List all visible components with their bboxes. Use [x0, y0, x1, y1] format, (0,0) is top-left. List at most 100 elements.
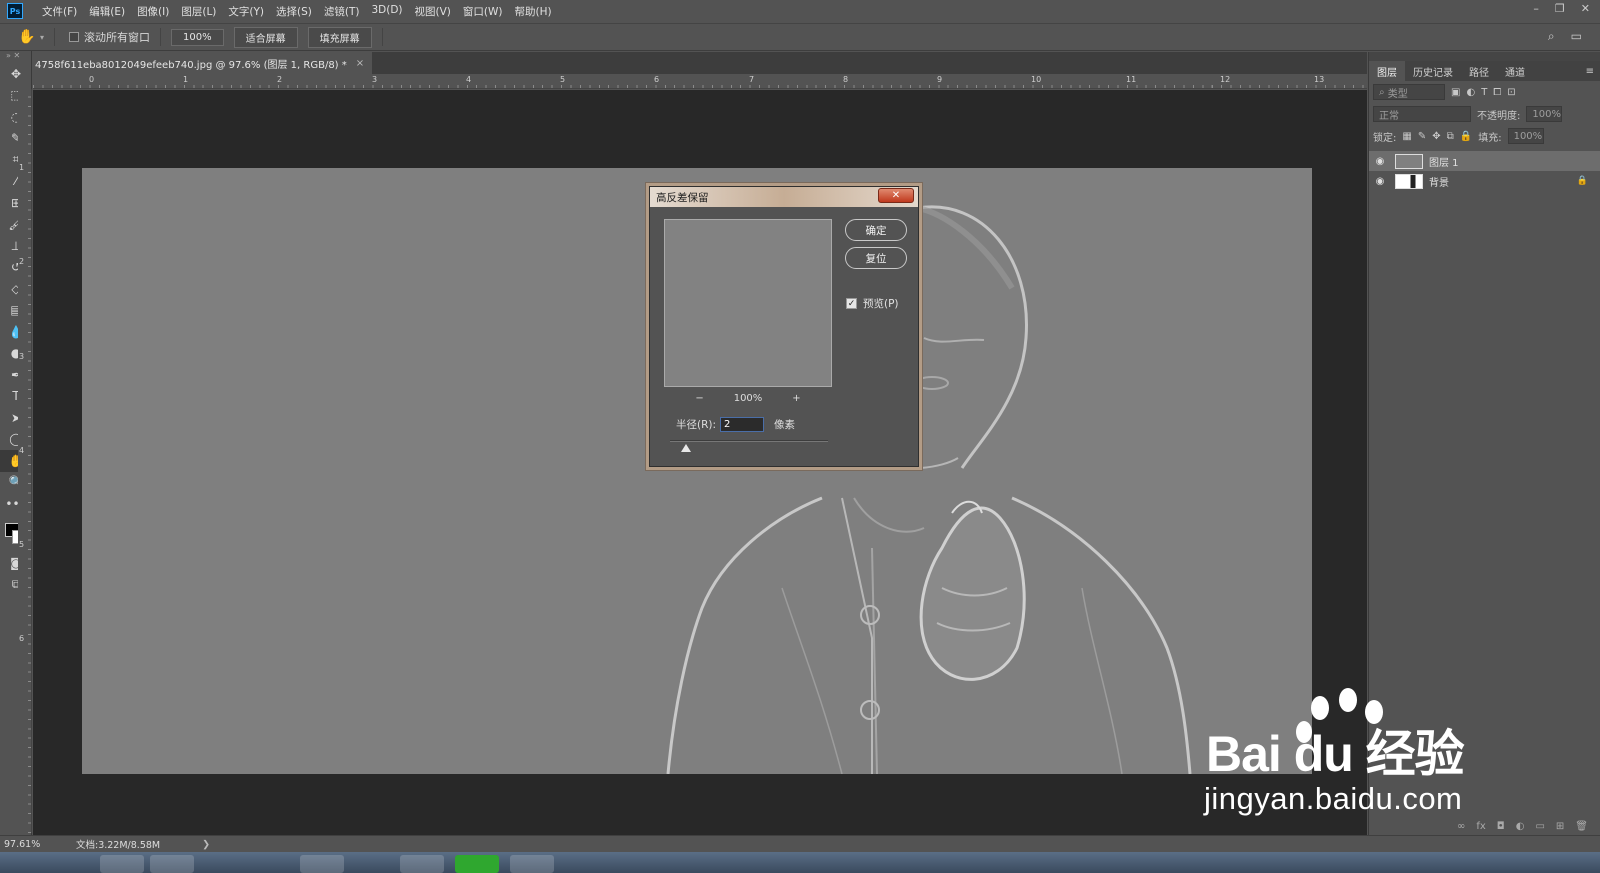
lock-row: 锁定: ▦ ✎ ✥ ⧉ 🔒 填充: 100%	[1369, 125, 1600, 147]
hand-tool-preset-icon[interactable]: ✋	[16, 29, 38, 45]
visibility-eye-icon[interactable]: ◉	[1369, 176, 1391, 187]
watermark-logo-text: Bai du 经验	[1206, 726, 1465, 782]
menu-filter[interactable]: 滤镜(T)	[318, 4, 366, 19]
document-size: 文档:3.22M/8.58M	[76, 840, 161, 851]
vertical-ruler[interactable]: 1 2 3 4 5 6	[18, 89, 32, 833]
new-layer-icon[interactable]: ⊞	[1556, 821, 1564, 832]
menu-items: 文件(F) 编辑(E) 图像(I) 图层(L) 文字(Y) 选择(S) 滤镜(T…	[36, 4, 558, 19]
ruler-tick-label: 1	[183, 75, 189, 84]
menu-view[interactable]: 视图(V)	[409, 4, 457, 19]
tab-layers[interactable]: 图层	[1369, 61, 1405, 81]
status-menu-arrow[interactable]: ❯	[202, 839, 210, 850]
dialog-title: 高反差保留	[656, 191, 709, 204]
lock-artboard-icon[interactable]: ⧉	[1447, 131, 1454, 142]
opacity-field[interactable]: 100%	[1526, 106, 1563, 122]
ruler-tick-label: 13	[1314, 75, 1325, 84]
layer-row-layer1[interactable]: ◉ 图层 1	[1369, 151, 1600, 171]
menu-type[interactable]: 文字(Y)	[222, 4, 270, 19]
menu-image[interactable]: 图像(I)	[131, 4, 175, 19]
ruler-tick-label: 1	[19, 163, 25, 172]
lock-label: 锁定:	[1373, 132, 1397, 144]
taskbar-item[interactable]	[510, 855, 554, 873]
taskbar-item[interactable]	[300, 855, 344, 873]
menu-layer[interactable]: 图层(L)	[175, 4, 222, 19]
workspace-icon[interactable]: ▭	[1571, 29, 1582, 44]
panel-tabs: 图层 历史记录 路径 通道 ≡	[1369, 61, 1600, 81]
tab-history[interactable]: 历史记录	[1405, 61, 1461, 81]
taskbar-item[interactable]	[400, 855, 444, 873]
tab-channels[interactable]: 通道	[1497, 61, 1533, 81]
new-group-icon[interactable]: ▭	[1535, 821, 1544, 832]
taskbar-item[interactable]	[150, 855, 194, 873]
close-icon[interactable]: ✕	[878, 188, 914, 203]
panel-dock-header	[1369, 52, 1600, 61]
lock-paint-icon[interactable]: ✎	[1418, 131, 1426, 142]
layer-filter-value: 类型	[1387, 88, 1408, 100]
options-right: ⌕ ▭	[1548, 29, 1582, 44]
menu-help[interactable]: 帮助(H)	[509, 4, 558, 19]
preview-zoom-controls: − 100% +	[664, 393, 832, 404]
menu-edit[interactable]: 编辑(E)	[83, 4, 131, 19]
options-bar: ✋ ▾ 滚动所有窗口 100% 适合屏幕 填充屏幕 ⌕ ▭	[0, 23, 1600, 51]
zoom-in-icon[interactable]: +	[792, 393, 800, 404]
radius-slider-thumb[interactable]	[681, 444, 691, 452]
taskbar-item[interactable]	[100, 855, 144, 873]
document-tab-bar: 4758f611eba8012049efeeb740.jpg @ 97.6% (…	[33, 52, 1367, 74]
filter-shape-icon[interactable]: ⧠	[1493, 87, 1501, 98]
chevron-down-icon[interactable]: ▾	[40, 33, 44, 42]
layer-row-background[interactable]: ◉ 背景 🔒	[1369, 171, 1600, 191]
fill-screen-button[interactable]: 填充屏幕	[307, 26, 372, 48]
document-tab[interactable]: 4758f611eba8012049efeeb740.jpg @ 97.6% (…	[33, 52, 373, 74]
filter-adjust-icon[interactable]: ◐	[1466, 87, 1475, 98]
zoom-100-button[interactable]: 100%	[171, 28, 224, 46]
filter-image-icon[interactable]: ▣	[1451, 87, 1460, 98]
adjustment-layer-icon[interactable]: ◐	[1516, 821, 1525, 832]
menu-3d[interactable]: 3D(D)	[365, 4, 408, 19]
layer-name: 图层 1	[1429, 157, 1459, 169]
menu-file[interactable]: 文件(F)	[36, 4, 83, 19]
ruler-tick-label: 4	[466, 75, 472, 84]
layer-thumbnail	[1395, 153, 1423, 169]
filter-smart-icon[interactable]: ⊡	[1507, 87, 1515, 98]
preview-label: 预览(P)	[863, 298, 899, 310]
lock-all-icon[interactable]: 🔒	[1460, 131, 1472, 142]
preview-checkbox[interactable]: ✓ 预览(P)	[846, 296, 899, 311]
close-window-icon[interactable]: ✕	[1581, 2, 1590, 15]
move-tool-icon[interactable]: ✥	[0, 63, 32, 85]
menu-select[interactable]: 选择(S)	[270, 4, 318, 19]
fit-screen-button[interactable]: 适合屏幕	[233, 26, 298, 48]
menu-window[interactable]: 窗口(W)	[457, 4, 509, 19]
delete-layer-icon[interactable]: 🗑	[1575, 821, 1588, 832]
lock-position-icon[interactable]: ✥	[1432, 131, 1440, 142]
taskbar-item[interactable]	[455, 855, 499, 873]
ruler-tick-label: 5	[560, 75, 566, 84]
fill-field[interactable]: 100%	[1507, 128, 1544, 144]
ruler-tick-label: 7	[749, 75, 755, 84]
close-tab-icon[interactable]: ×	[356, 58, 364, 69]
filter-type-icon[interactable]: T	[1481, 87, 1487, 98]
filter-preview[interactable]	[664, 219, 832, 387]
restore-icon[interactable]: ❐	[1555, 2, 1565, 15]
panel-menu-icon[interactable]: ≡	[1578, 61, 1600, 81]
layer-filter-select[interactable]: ⌕ 类型	[1373, 84, 1445, 100]
radius-input[interactable]	[720, 417, 765, 432]
ruler-tick-label: 9	[937, 75, 943, 84]
horizontal-ruler[interactable]: 0 1 2 3 4 5 6 7 8 9 10 11 12 13	[33, 75, 1367, 89]
toolbar-collapse-icon[interactable]: » ✕	[0, 51, 31, 63]
lock-transparent-icon[interactable]: ▦	[1402, 131, 1411, 142]
search-icon[interactable]: ⌕	[1548, 29, 1555, 44]
radius-slider-track[interactable]	[670, 440, 828, 442]
minimize-icon[interactable]: –	[1533, 2, 1539, 15]
zoom-readout[interactable]: 97.61%	[4, 839, 66, 850]
tab-paths[interactable]: 路径	[1461, 61, 1497, 81]
ruler-tick-label: 5	[19, 540, 25, 549]
blend-mode-select[interactable]: 正常	[1373, 106, 1471, 122]
reset-button[interactable]: 复位	[845, 247, 907, 269]
visibility-eye-icon[interactable]: ◉	[1369, 156, 1391, 167]
ruler-tick-label: 6	[19, 634, 25, 643]
checkbox-box[interactable]	[69, 32, 80, 42]
zoom-out-icon[interactable]: −	[695, 393, 703, 404]
ok-button[interactable]: 确定	[845, 219, 907, 241]
scroll-all-windows-checkbox[interactable]: 滚动所有窗口	[69, 29, 150, 45]
checkmark-icon[interactable]: ✓	[846, 298, 857, 309]
